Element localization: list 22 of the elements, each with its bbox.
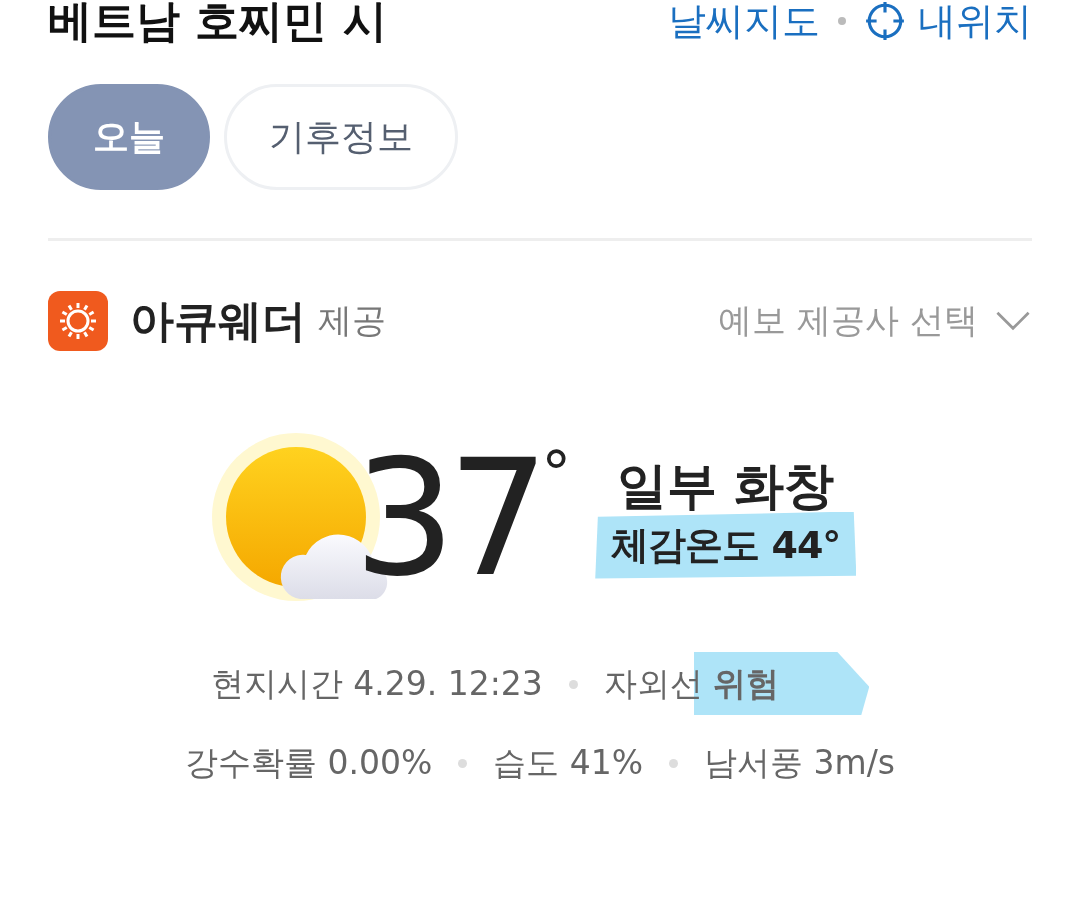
tab[interactable]: 오늘 xyxy=(48,84,210,190)
separator-dot xyxy=(568,680,578,689)
detail-text: 남서풍 3m/s xyxy=(704,743,896,782)
header-link[interactable]: 내위치 xyxy=(918,0,1032,47)
separator-dot xyxy=(458,759,468,768)
separator-dot xyxy=(838,17,846,25)
separator-dot xyxy=(669,759,679,768)
provider-select[interactable]: 예보 제공사 선택 xyxy=(718,298,1032,344)
detail-text: 습도 41% xyxy=(493,743,644,782)
detail-text: 현지시간 4.29. 12:23 xyxy=(210,664,543,703)
sun-logo-icon xyxy=(48,291,108,351)
detail-text: 자외선 위험 xyxy=(603,652,870,715)
header-link[interactable]: 날씨지도 xyxy=(668,0,820,47)
tab[interactable]: 기후정보 xyxy=(224,84,458,190)
detail-text: 강수확률 0.00% xyxy=(184,743,433,782)
provider-name: 아큐웨더 xyxy=(130,293,306,348)
temperature: 37$^{°}$ xyxy=(353,438,572,599)
provider-label: 제공 xyxy=(318,299,386,342)
city-title: 베트남 호찌민 시 xyxy=(48,0,387,48)
chevron-down-icon xyxy=(994,310,1032,332)
feels-like-text: 체감온도 44° xyxy=(595,511,857,579)
crosshair-icon[interactable] xyxy=(864,0,906,42)
